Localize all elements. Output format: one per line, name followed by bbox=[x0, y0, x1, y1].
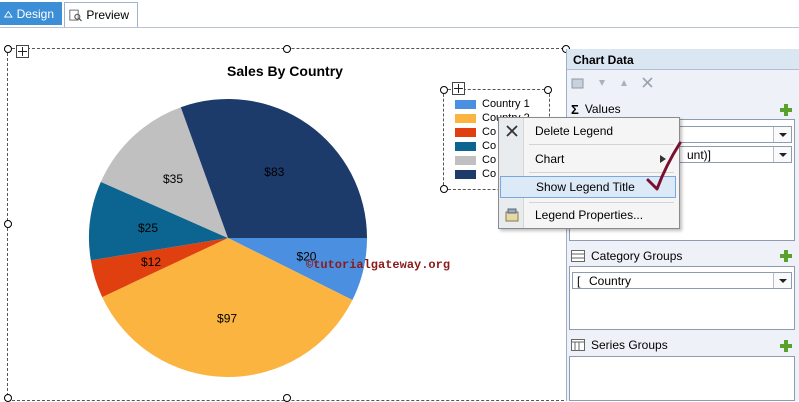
tab-bar: Design Preview bbox=[0, 0, 799, 28]
delete-icon[interactable] bbox=[641, 76, 654, 89]
checkmark-icon bbox=[646, 141, 682, 191]
panel-title: Chart Data bbox=[573, 53, 634, 67]
legend-item: Co bbox=[455, 154, 496, 166]
add-value-icon[interactable] bbox=[780, 104, 792, 116]
value-field-text: unt)] bbox=[687, 148, 712, 162]
watermark: ©tutorialgateway.org bbox=[306, 258, 451, 272]
sigma-icon: Σ bbox=[571, 101, 579, 117]
pie-data-label: $97 bbox=[217, 312, 237, 326]
series-groups-list[interactable] bbox=[569, 356, 795, 401]
panel-header: Chart Data bbox=[567, 49, 799, 70]
menu-item-legend-properties[interactable]: Legend Properties... bbox=[500, 204, 676, 226]
legend-item: Co bbox=[455, 168, 496, 180]
menu-item-label: Show Legend Title bbox=[536, 180, 635, 194]
chart-title[interactable]: Sales By Country bbox=[180, 63, 390, 79]
add-category-icon[interactable] bbox=[780, 250, 792, 262]
pie-chart[interactable]: $20$97$12$25$35$83 bbox=[80, 95, 380, 395]
resize-handle[interactable] bbox=[440, 86, 448, 94]
series-groups-label: Series Groups bbox=[591, 338, 668, 352]
values-section-title: Σ Values bbox=[571, 100, 621, 118]
category-field-text: Country bbox=[589, 274, 632, 288]
tab-design[interactable]: Design bbox=[0, 2, 62, 25]
preview-icon bbox=[69, 9, 82, 21]
pie-data-label: $25 bbox=[138, 221, 158, 235]
chevron-down-icon[interactable] bbox=[773, 147, 791, 162]
resize-handle[interactable] bbox=[544, 86, 552, 94]
design-icon bbox=[4, 10, 13, 18]
category-field-dropdown[interactable]: [ Country bbox=[572, 272, 792, 289]
chevron-down-icon[interactable] bbox=[773, 127, 791, 142]
delete-icon bbox=[506, 125, 518, 137]
legend-label: Co bbox=[482, 126, 497, 138]
menu-separator bbox=[529, 202, 674, 203]
menu-item-delete-legend[interactable]: Delete Legend bbox=[500, 120, 676, 142]
resize-handle[interactable] bbox=[283, 45, 291, 53]
resize-handle[interactable] bbox=[4, 220, 12, 228]
legend-item: Country 1 bbox=[455, 98, 530, 110]
chevron-down-icon[interactable] bbox=[773, 273, 791, 288]
legend-swatch bbox=[455, 141, 476, 151]
pie-data-label: $35 bbox=[163, 172, 183, 186]
bracket-glyph: [ bbox=[577, 274, 581, 288]
legend-label: Co bbox=[482, 168, 497, 180]
legend-swatch bbox=[455, 113, 476, 123]
category-groups-icon bbox=[571, 250, 585, 262]
pie-data-label: $12 bbox=[141, 255, 161, 269]
legend-swatch bbox=[455, 169, 476, 179]
menu-item-label: Legend Properties... bbox=[535, 208, 644, 222]
legend-label: Co bbox=[482, 154, 497, 166]
legend-swatch bbox=[455, 127, 476, 137]
series-groups-icon bbox=[571, 339, 585, 351]
pie-data-label: $83 bbox=[264, 165, 284, 179]
properties-icon bbox=[505, 208, 519, 222]
legend-label: Country 1 bbox=[482, 98, 530, 110]
resize-handle[interactable] bbox=[4, 45, 12, 53]
legend-swatch bbox=[455, 155, 476, 165]
legend-item: Co bbox=[455, 126, 496, 138]
properties-icon[interactable] bbox=[571, 76, 585, 90]
menu-item-label: Chart bbox=[535, 152, 565, 166]
category-groups-list[interactable]: [ Country bbox=[569, 266, 795, 330]
legend-label: Co bbox=[482, 140, 497, 152]
move-legend-icon[interactable] bbox=[452, 82, 465, 95]
legend-item: Co bbox=[455, 140, 496, 152]
move-up-icon[interactable] bbox=[619, 78, 629, 88]
resize-handle[interactable] bbox=[440, 185, 448, 193]
legend-swatch bbox=[455, 99, 476, 109]
series-groups-title: Series Groups bbox=[571, 336, 668, 354]
category-groups-title: Category Groups bbox=[571, 247, 682, 265]
add-series-icon[interactable] bbox=[780, 340, 792, 352]
move-chart-icon[interactable] bbox=[16, 45, 29, 58]
move-down-icon[interactable] bbox=[597, 78, 607, 88]
category-groups-label: Category Groups bbox=[591, 249, 683, 263]
tab-design-label: Design bbox=[16, 6, 54, 21]
tab-preview-label: Preview bbox=[86, 8, 129, 22]
values-label: Values bbox=[584, 102, 621, 116]
tab-preview[interactable]: Preview bbox=[64, 2, 138, 27]
menu-item-label: Delete Legend bbox=[535, 124, 614, 138]
